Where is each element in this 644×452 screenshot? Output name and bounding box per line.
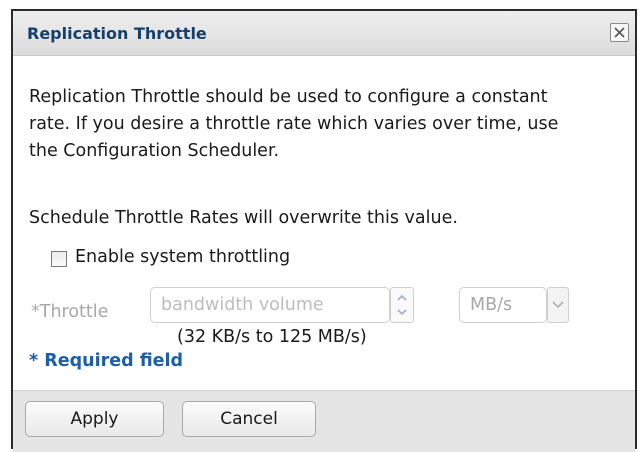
close-button[interactable] <box>610 23 629 42</box>
throttle-range-hint: (32 KB/s to 125 MB/s) <box>177 327 367 347</box>
enable-throttling-checkbox[interactable] <box>51 251 67 267</box>
dialog-title: Replication Throttle <box>27 24 207 43</box>
bandwidth-volume-input[interactable] <box>150 287 390 323</box>
dialog-footer: Apply Cancel <box>13 390 635 452</box>
description-text: Replication Throttle should be used to c… <box>29 87 559 161</box>
apply-button[interactable]: Apply <box>25 401 164 437</box>
chevron-up-icon[interactable] <box>395 291 409 305</box>
unit-selected-value: MB/s <box>470 295 513 315</box>
cancel-button[interactable]: Cancel <box>182 401 316 437</box>
replication-throttle-dialog: Replication Throttle Replication Throttl… <box>11 9 637 452</box>
overwrite-warning: Schedule Throttle Rates will overwrite t… <box>29 208 458 228</box>
bandwidth-spinner[interactable] <box>390 287 414 323</box>
unit-dropdown-button[interactable] <box>547 287 569 323</box>
close-icon <box>614 27 625 38</box>
dialog-content: Replication Throttle should be used to c… <box>13 56 635 390</box>
dialog-titlebar: Replication Throttle <box>13 11 635 56</box>
throttle-label: *Throttle <box>31 302 109 322</box>
enable-throttling-label[interactable]: Enable system throttling <box>75 247 290 267</box>
chevron-down-icon[interactable] <box>395 305 409 319</box>
chevron-down-icon <box>552 301 564 309</box>
unit-select[interactable]: MB/s <box>459 287 547 323</box>
required-field-note: * Required field <box>29 351 184 371</box>
